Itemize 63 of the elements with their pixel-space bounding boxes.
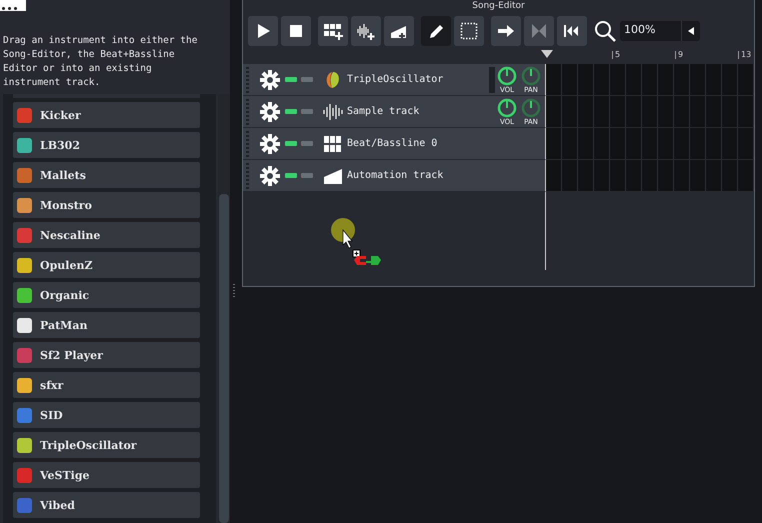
caret-icon (688, 27, 694, 35)
instrument-item[interactable]: Sf2 Player (13, 342, 200, 368)
scrollbar[interactable] (218, 94, 230, 523)
add-bb-button[interactable] (318, 16, 348, 46)
zoom-dropdown[interactable]: 100% (620, 21, 700, 41)
bowtie-icon (529, 21, 549, 41)
search-icon (593, 19, 617, 43)
rewind-button[interactable] (557, 16, 587, 46)
instrument-item[interactable]: sfxr (13, 372, 200, 398)
window-title: Song-Editor (471, 0, 526, 13)
grid-plus-icon (323, 21, 343, 41)
drag-cursor-drawing (331, 218, 381, 268)
knob[interactable] (521, 66, 541, 86)
instrument-item[interactable]: TripleOscillator (13, 432, 200, 458)
track-name[interactable]: Beat/Bassline 0 (347, 138, 438, 149)
draw-button[interactable] (421, 16, 451, 46)
track-name[interactable]: Automation track (347, 170, 444, 181)
instrument-item[interactable]: LB302 (13, 132, 200, 158)
settings-icon[interactable] (259, 164, 281, 186)
instrument-hint-text: Drag an instrument into either the Song-Editor, the Beat+Bassline Editor or into an existing instrument track. (2, 34, 198, 90)
mute-toggle[interactable] (285, 173, 297, 178)
instrument-item[interactable]: Vibed (13, 492, 200, 518)
instrument-item[interactable]: VeSTige (13, 462, 200, 488)
bar-number: 9 (675, 51, 684, 59)
bar-number: 13 (738, 51, 752, 59)
solo-toggle[interactable] (301, 141, 313, 146)
solo-toggle[interactable] (301, 109, 313, 114)
waveform-plus-icon (356, 21, 376, 41)
level-meter (489, 67, 495, 93)
knob[interactable] (497, 98, 517, 118)
settings-icon[interactable] (259, 100, 281, 122)
timeline-ruler[interactable]: 5 9 13 (545, 50, 754, 64)
solo-toggle[interactable] (301, 173, 313, 178)
grid-icon (323, 134, 343, 154)
instrument-item[interactable]: OpulenZ (13, 252, 200, 278)
instrument-item[interactable]: Kicker (13, 102, 200, 128)
solo-toggle[interactable] (301, 77, 313, 82)
instrument-item[interactable]: PatMan (13, 312, 200, 338)
select-button[interactable] (454, 16, 484, 46)
panel-icon (0, 0, 26, 11)
mute-toggle[interactable] (285, 141, 297, 146)
settings-icon[interactable] (259, 132, 281, 154)
dashed-square-icon (459, 21, 479, 41)
settings-icon[interactable] (259, 68, 281, 90)
knob[interactable] (521, 98, 541, 118)
knob[interactable] (497, 66, 517, 86)
instrument-item[interactable]: Organic (13, 282, 200, 308)
instrument-item[interactable]: SID (13, 402, 200, 428)
mute-toggle[interactable] (285, 109, 297, 114)
arrow-button[interactable] (491, 16, 521, 46)
stop-button[interactable] (281, 16, 311, 46)
instrument-item[interactable]: Mallets (13, 162, 200, 188)
bar-number: 5 (612, 51, 620, 59)
add-automation-button[interactable] (384, 16, 414, 46)
mute-toggle[interactable] (285, 77, 297, 82)
track-name[interactable]: Sample track (347, 106, 420, 117)
track-name[interactable]: TripleOscillator (347, 74, 444, 85)
waveform-icon (323, 102, 343, 122)
add-sample-button[interactable] (351, 16, 381, 46)
instrument-item[interactable]: Monstro (13, 192, 200, 218)
instrument-item[interactable]: Nescaline (13, 222, 200, 248)
play-button[interactable] (248, 16, 278, 46)
playhead-icon[interactable] (541, 50, 553, 58)
